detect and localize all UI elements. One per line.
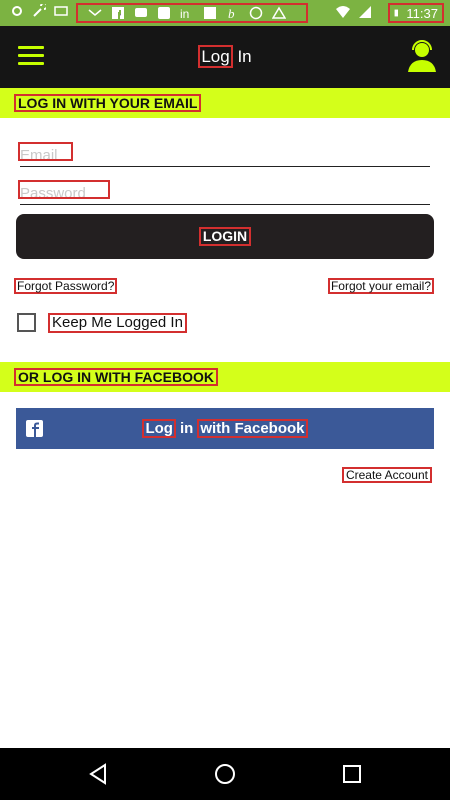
page-title-rest: In [237,47,252,66]
home-icon[interactable] [214,763,236,785]
status-time: 11:37 [406,5,438,21]
recents-icon[interactable] [341,763,363,785]
create-account-link[interactable]: Create Account [341,467,432,483]
keep-logged-in-checkbox[interactable] [17,313,36,332]
hangouts-icon: b [228,6,235,20]
email-section-band: LOG IN WITH YOUR EMAIL [0,88,450,118]
email-field[interactable] [20,145,430,165]
linkedin-icon: in [180,7,189,20]
forgot-password-link[interactable]: Forgot Password? [14,278,118,294]
notification-icons: in b [76,3,308,23]
forgot-email-link[interactable]: Forgot your email? [327,278,434,294]
facebook-icon [26,420,43,437]
facebook-button-part3: with Facebook [197,419,308,438]
keep-logged-in-label[interactable]: Keep Me Logged In [48,313,187,333]
password-field-wrapper [18,180,430,205]
email-section-heading: LOG IN WITH YOUR EMAIL [14,94,202,112]
facebook-section-heading: OR LOG IN WITH FACEBOOK [14,368,218,386]
phone-icon [158,7,170,19]
status-clock: 11:37 [388,3,444,23]
page-title-highlight: Log [198,45,233,68]
login-button-label: LOGIN [198,227,252,246]
login-button[interactable]: LOGIN [16,214,434,259]
facebook-icon [204,7,216,19]
settings-icon [12,6,22,16]
email-field-wrapper [18,142,430,167]
facebook-button-part2: in [179,420,194,437]
facebook-icon [112,7,124,19]
facebook-button-part1: Log [142,419,176,438]
signal-icon [359,6,371,18]
facebook-login-button[interactable]: Log in with Facebook [16,408,434,449]
system-nav-bar [0,748,450,800]
battery-icon [394,9,399,17]
facebook-section-band: OR LOG IN WITH FACEBOOK [0,362,450,392]
mail-icon [88,9,102,16]
svg-text:b: b [228,6,235,20]
message-icon [135,8,147,17]
status-right-icons [336,5,372,19]
support-agent-icon[interactable] [406,38,438,72]
wifi-icon [336,6,350,18]
app-bar: Log In [0,26,450,88]
triangle-icon [272,6,286,19]
page-title: Log In [0,45,450,68]
back-icon[interactable] [87,763,109,785]
svg-text:in: in [180,7,189,20]
password-field[interactable] [20,183,430,203]
mail-icon [54,6,68,16]
facebook-button-text: Log in with Facebook [142,419,308,438]
status-bar: in b 11:37 [0,0,450,26]
status-left-icons [10,4,68,18]
info-icon [249,6,263,20]
wrench-icon [33,4,46,17]
